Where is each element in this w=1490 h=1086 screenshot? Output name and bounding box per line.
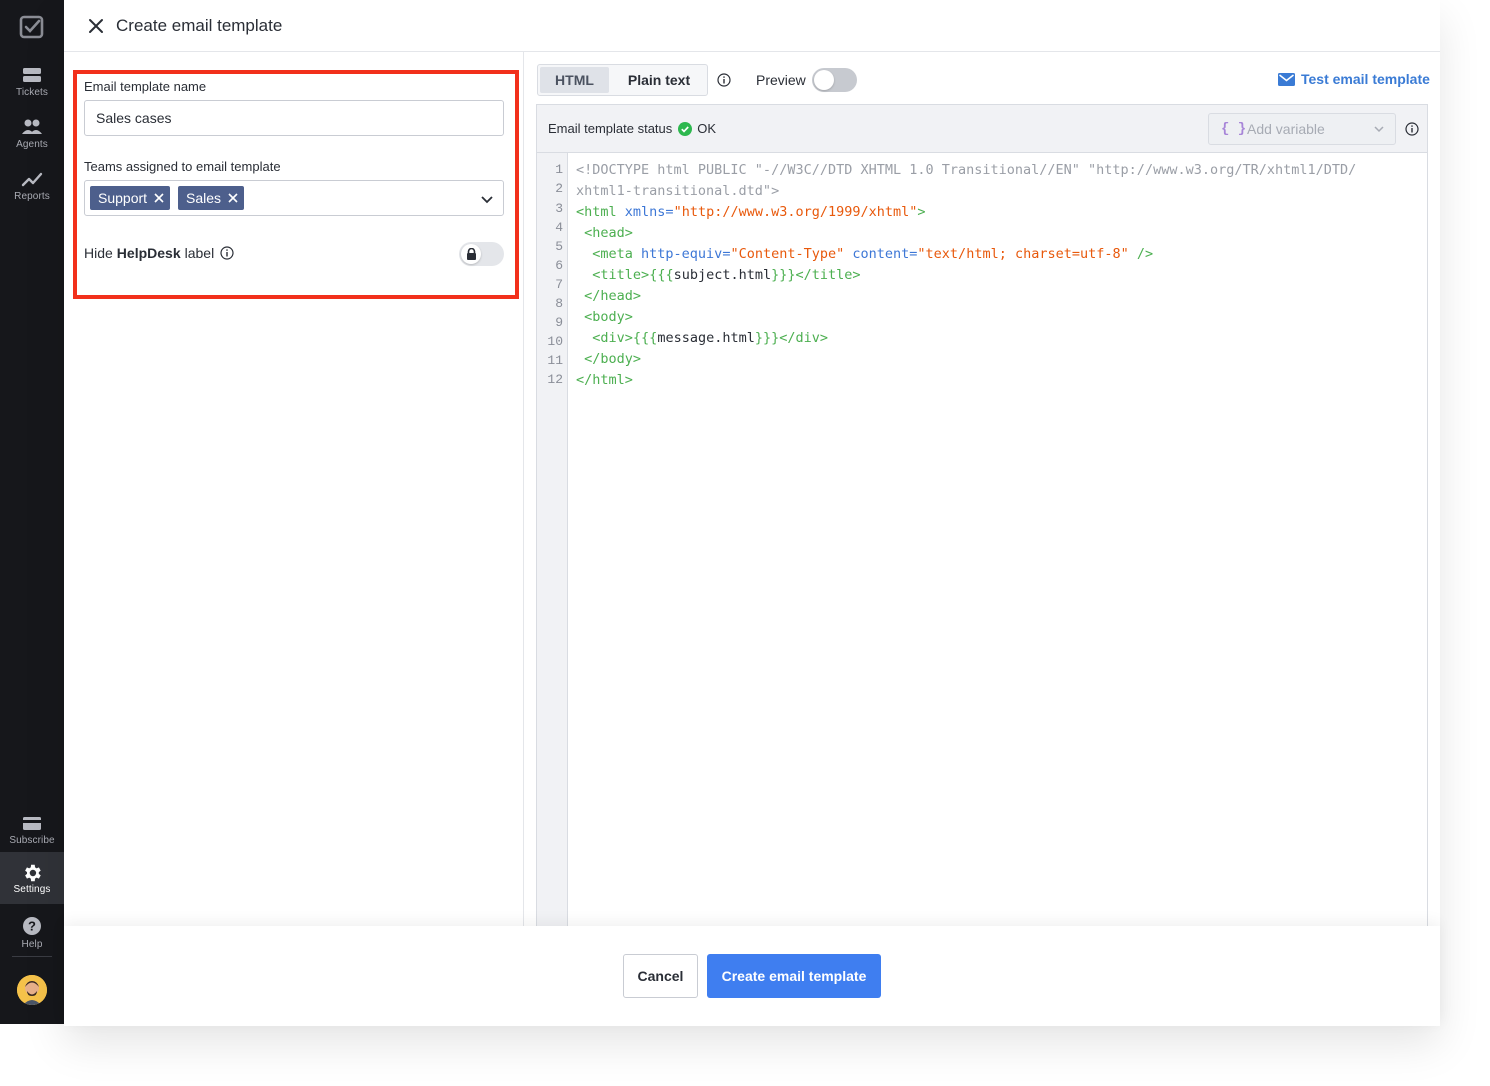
footer: Cancel Create email template (64, 926, 1440, 1026)
line-number-gutter: 1 2 3 4 5 6 7 8 9 10 11 12 (537, 153, 568, 927)
main-panel: Create email template Email template nam… (64, 0, 1440, 1026)
hide-label-row: Hide HelpDesk label (84, 245, 234, 261)
info-icon[interactable] (220, 246, 234, 260)
code-line: </body> (584, 351, 642, 367)
code-line: <title>{{{subject.html}}}</title> (592, 267, 861, 283)
format-tabs: HTML Plain text (537, 64, 708, 96)
code-line: <body> (584, 309, 633, 325)
line-number: 4 (555, 220, 563, 235)
hide-label-suffix: label (184, 245, 215, 261)
mail-icon (1278, 72, 1295, 86)
sidebar-item-reports[interactable]: Reports (0, 164, 64, 216)
code-line: <html xmlns="http://www.w3.org/1999/xhtm… (576, 204, 926, 220)
header: Create email template (64, 0, 1440, 52)
agents-icon (22, 119, 42, 134)
page-title: Create email template (116, 16, 283, 35)
line-number: 9 (555, 315, 563, 330)
chip-label: Sales (186, 190, 222, 206)
create-email-template-button[interactable]: Create email template (707, 954, 881, 998)
sidebar-item-agents[interactable]: Agents (0, 112, 64, 164)
code-line: <meta http-equiv="Content-Type" content=… (592, 246, 1154, 262)
template-status: Email template status OK (548, 121, 716, 136)
chevron-down-icon[interactable] (480, 192, 494, 206)
helpdesk-logo-icon[interactable] (18, 13, 46, 41)
line-number: 11 (547, 353, 563, 368)
chip-label: Support (98, 190, 148, 206)
close-icon[interactable] (86, 16, 106, 36)
info-icon[interactable] (1405, 122, 1419, 136)
sidebar-item-label: Help (21, 939, 43, 950)
hide-label-brand: HelpDesk (116, 245, 181, 261)
chevron-down-icon (1374, 126, 1384, 133)
template-settings-panel: Email template name Teams assigned to em… (64, 52, 524, 926)
sidebar: Tickets Agents Reports Subscribe Setting… (0, 0, 64, 1024)
code-editor: Email template status OK { } Add variabl… (536, 104, 1428, 927)
team-chip-support: Support (90, 186, 171, 210)
teams-select[interactable]: Support Sales (84, 180, 504, 216)
tab-plain-text[interactable]: Plain text (614, 67, 704, 93)
check-circle-icon (678, 121, 693, 136)
code-line: <head> (584, 225, 633, 241)
toggle-knob (461, 244, 481, 264)
sidebar-item-label: Subscribe (9, 835, 55, 846)
avatar-image (17, 975, 47, 1005)
svg-text:?: ? (28, 919, 36, 934)
add-variable-label: Add variable (1247, 121, 1325, 137)
code-line: <div>{{{message.html}}}</div> (592, 330, 829, 346)
sidebar-item-help[interactable]: ? Help (0, 910, 64, 962)
help-icon: ? (23, 917, 41, 935)
line-number: 7 (555, 277, 563, 292)
toggle-knob (814, 70, 834, 90)
status-value: OK (697, 121, 717, 136)
preview-label: Preview (756, 72, 806, 88)
sidebar-item-label: Settings (13, 884, 51, 895)
line-number: 8 (555, 296, 563, 311)
add-variable-select[interactable]: { } Add variable (1208, 113, 1396, 145)
subscribe-icon (23, 817, 41, 830)
avatar[interactable] (17, 975, 47, 1005)
line-number: 6 (555, 258, 563, 273)
hide-label-toggle[interactable] (459, 242, 504, 266)
line-number: 1 (555, 162, 563, 177)
lock-icon (466, 248, 476, 260)
line-number: 5 (555, 239, 563, 254)
code-line: </html> (576, 372, 633, 388)
tickets-icon (23, 68, 41, 82)
gear-icon (25, 864, 41, 882)
sidebar-divider (12, 956, 52, 957)
cancel-button[interactable]: Cancel (623, 954, 698, 998)
remove-chip-icon[interactable] (227, 192, 239, 204)
test-link-label: Test email template (1301, 71, 1430, 87)
team-chip-sales: Sales (178, 186, 245, 210)
sidebar-item-label: Reports (14, 191, 50, 202)
sidebar-item-settings[interactable]: Settings (0, 852, 64, 904)
info-icon[interactable] (717, 73, 731, 87)
hide-label-prefix: Hide (84, 245, 113, 261)
code-line: <!DOCTYPE html PUBLIC "-//W3C//DTD XHTML… (576, 162, 1357, 178)
sidebar-item-tickets[interactable]: Tickets (0, 60, 64, 112)
line-number: 3 (555, 201, 563, 216)
test-email-template-link[interactable]: Test email template (1278, 71, 1430, 87)
template-name-input[interactable] (84, 100, 504, 136)
tab-html[interactable]: HTML (540, 67, 609, 93)
status-bar: Email template status OK { } Add variabl… (537, 105, 1427, 153)
sidebar-item-label: Agents (16, 139, 48, 150)
teams-field-label: Teams assigned to email template (84, 159, 281, 174)
line-number: 10 (547, 334, 563, 349)
code-line: xhtml1-transitional.dtd"> (576, 183, 780, 199)
code-line: </head> (584, 288, 642, 304)
line-number: 12 (547, 372, 563, 387)
sidebar-item-label: Tickets (16, 87, 48, 98)
name-field-label: Email template name (84, 79, 207, 94)
line-number: 2 (555, 181, 563, 196)
status-label: Email template status (548, 121, 673, 136)
braces-icon: { } (1221, 121, 1247, 137)
remove-chip-icon[interactable] (153, 192, 165, 204)
reports-icon (21, 172, 43, 187)
preview-toggle[interactable] (812, 68, 857, 92)
